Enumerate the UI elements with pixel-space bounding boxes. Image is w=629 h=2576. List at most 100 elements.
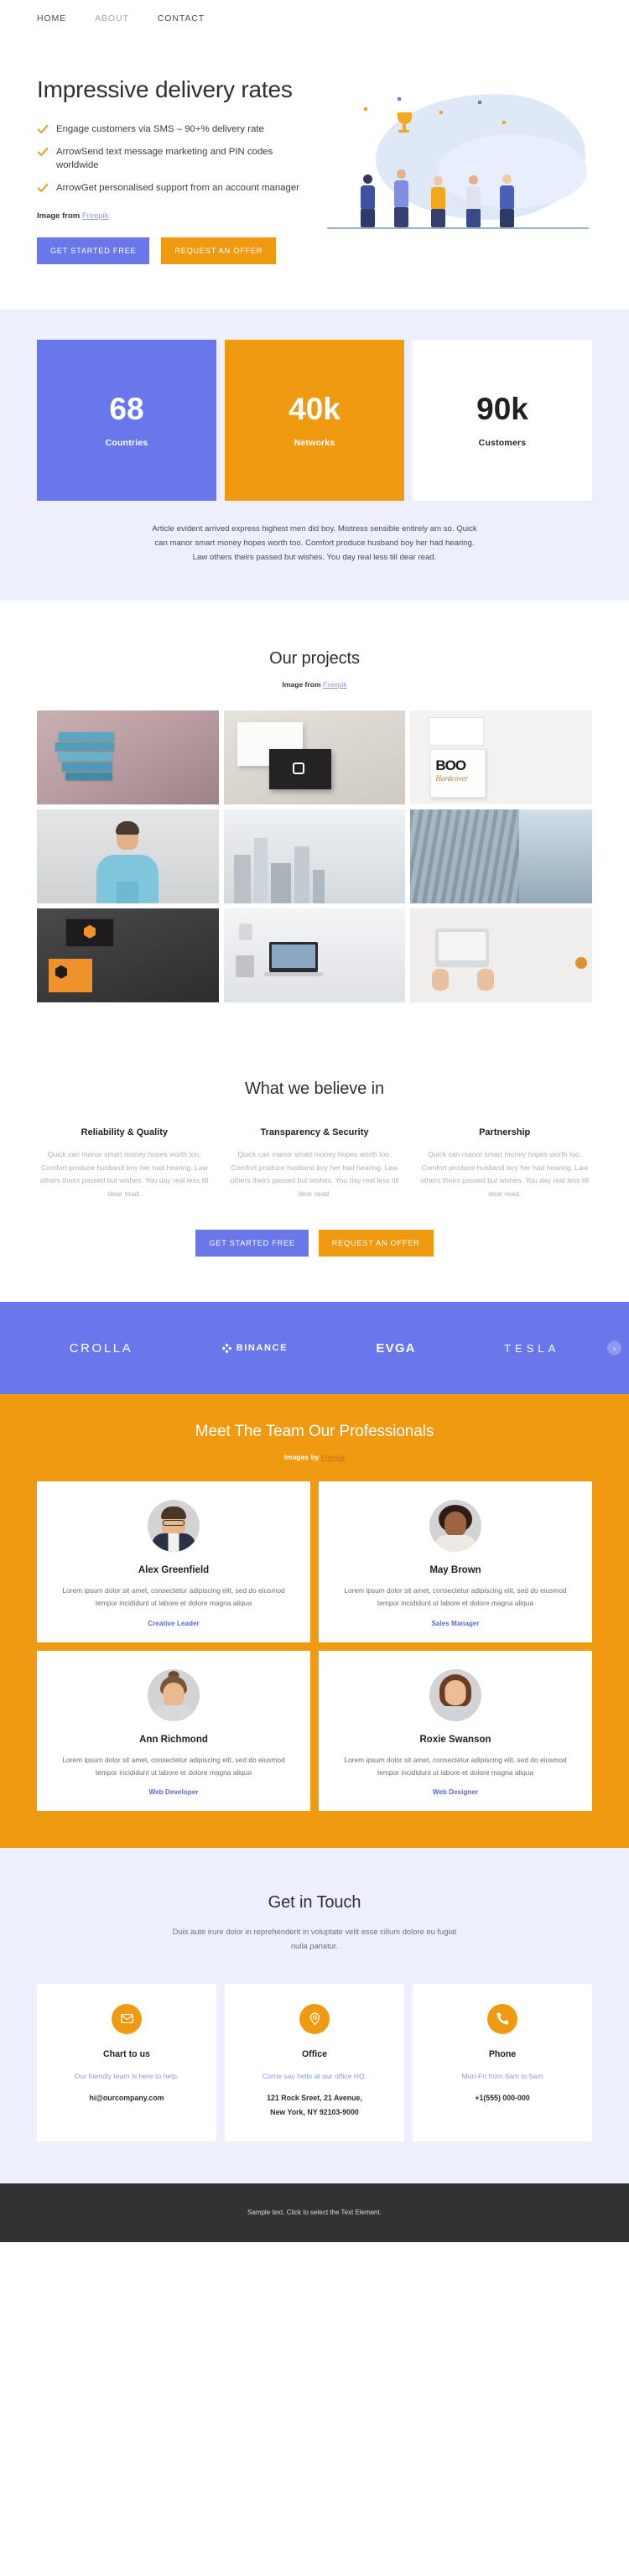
map-pin-icon — [299, 2003, 330, 2034]
project-tile-hands-typing[interactable] — [410, 908, 592, 1002]
team-member-role[interactable]: Creative Leader — [52, 1620, 295, 1627]
illustration-person — [431, 176, 445, 227]
stat-label: Countries — [105, 437, 148, 448]
team-grid: Alex Greenfield Lorem ipsum dolor sit am… — [37, 1481, 592, 1811]
team-member-name: May Brown — [429, 1565, 481, 1576]
landing-page: HOME ABOUT CONTACT Impressive delivery r… — [0, 0, 629, 2242]
contact-card-phone: Phone Mon-Fri from 8am to 5am +1(555) 00… — [413, 1983, 592, 2141]
credit-prefix: Image from — [282, 679, 324, 689]
team-member-card: Roxie Swanson Lorem ipsum dolor sit amet… — [319, 1650, 592, 1811]
stat-card-customers: 90k Customers — [413, 340, 592, 502]
contact-card-sub: Mon-Fri from 8am to 5am — [461, 2071, 543, 2080]
stat-label: Customers — [478, 437, 527, 448]
project-tile-business-card[interactable] — [223, 710, 406, 804]
footer-text: Sample text. Click to select the Text El… — [247, 2209, 382, 2217]
hero-image-credit: Image from Freepik — [37, 211, 300, 221]
credit-link[interactable]: Freepik — [323, 680, 347, 689]
logo-tesla: TESLA — [504, 1342, 559, 1355]
get-started-free-button[interactable]: GET STARTED FREE — [37, 237, 150, 265]
contact-card-value[interactable]: +1(555) 000-000 — [424, 2091, 580, 2105]
hero-content: Impressive delivery rates Engage custome… — [37, 75, 314, 265]
team-member-role[interactable]: Sales Manager — [334, 1620, 577, 1627]
team-member-role[interactable]: Web Designer — [334, 1788, 577, 1796]
avatar — [429, 1668, 481, 1721]
stats-row: 68 Countries 40k Networks 90k Customers — [37, 340, 592, 502]
get-started-free-button[interactable]: GET STARTED FREE — [195, 1230, 309, 1257]
credit-link[interactable]: Freepik — [321, 1453, 346, 1461]
credit-link[interactable]: Freepik — [82, 211, 109, 221]
confetti-dot — [364, 107, 367, 111]
team-member-name: Roxie Swanson — [419, 1734, 491, 1745]
contact-section: Get in Touch Duis aute irure dolor in re… — [0, 1847, 629, 2183]
main-navigation: HOME ABOUT CONTACT — [0, 0, 629, 37]
project-tile-glass-building[interactable] — [410, 809, 592, 903]
check-icon — [37, 147, 49, 156]
avatar — [429, 1500, 481, 1553]
project-tile-portrait-man[interactable] — [37, 809, 219, 903]
request-an-offer-button[interactable]: REQUEST AN OFFER — [318, 1230, 434, 1257]
team-member-name: Alex Greenfield — [138, 1565, 210, 1576]
team-member-bio: Lorem ipsum dolor sit amet, consectetur … — [344, 1755, 567, 1777]
hero-bullet-text: Engage customers via SMS – 90+% delivery… — [56, 123, 264, 134]
believe-column: Partnership Quick can manor smart money … — [417, 1127, 592, 1202]
credit-prefix: Image from — [37, 211, 82, 221]
hero-button-row: GET STARTED FREE REQUEST AN OFFER — [37, 237, 300, 265]
avatar — [148, 1500, 200, 1553]
believe-columns: Reliability & Quality Quick can manor sm… — [37, 1127, 592, 1202]
project-tile-dark-branding[interactable] — [37, 908, 219, 1002]
contact-card-heading: Chart to us — [103, 2048, 150, 2059]
team-member-bio: Lorem ipsum dolor sit amet, consectetur … — [62, 1586, 285, 1608]
page-footer: Sample text. Click to select the Text El… — [0, 2183, 629, 2242]
illustration-person — [500, 174, 514, 227]
contact-lead: Duis aute irure dolor in reprehenderit i… — [172, 1926, 457, 1951]
believe-column: Transparency & Security Quick can manor … — [227, 1127, 403, 1202]
nav-item-contact[interactable]: CONTACT — [158, 13, 205, 23]
team-member-card: Alex Greenfield Lorem ipsum dolor sit am… — [37, 1481, 310, 1642]
confetti-dot — [478, 101, 481, 104]
team-title: Meet The Team Our Professionals — [195, 1423, 434, 1441]
believe-body: Quick can manor smart money hopes worth … — [420, 1149, 589, 1199]
believe-body: Quick can manor smart money hopes worth … — [230, 1149, 399, 1199]
contact-card-value-line2: New York, NY 92103-9000 — [270, 2107, 359, 2116]
hero-bullet-text: ArrowSend text message marketing and PIN… — [56, 146, 273, 170]
contact-card-value[interactable]: hi@ourcompany.com — [49, 2091, 205, 2105]
check-icon — [37, 184, 49, 193]
hero-bullet-text: ArrowGet personalised support from an ac… — [56, 183, 299, 194]
avatar — [148, 1668, 200, 1721]
logo-binance: BINANCE — [221, 1343, 288, 1354]
contact-card-office: Office Come say hello at our office HQ. … — [225, 1983, 404, 2141]
nav-item-about[interactable]: ABOUT — [95, 13, 129, 23]
stat-label: Networks — [294, 437, 335, 448]
illustration-ground-line — [327, 227, 589, 229]
envelope-icon — [112, 2003, 142, 2034]
project-tile-city-skyline[interactable] — [223, 809, 406, 903]
carousel-next-arrow-icon[interactable]: › — [607, 1340, 621, 1356]
logo-crolla: CROLLA — [70, 1341, 133, 1356]
trophy-base — [398, 130, 409, 133]
contact-card-value: 121 Rock Sreet, 21 Avenue, — [267, 2093, 362, 2102]
confetti-dot — [502, 121, 506, 124]
believe-heading: Reliability & Quality — [81, 1127, 168, 1137]
request-an-offer-button[interactable]: REQUEST AN OFFER — [161, 237, 277, 265]
believe-section: What we believe in Reliability & Quality… — [0, 1043, 629, 1303]
team-member-name: Ann Richmond — [139, 1734, 208, 1745]
team-member-role[interactable]: Web Developer — [52, 1788, 295, 1796]
stats-description: Article evident arrived express highest … — [152, 524, 477, 562]
contact-card-heading: Phone — [488, 2048, 517, 2059]
stat-card-networks: 40k Networks — [225, 340, 404, 502]
project-tile-stacked-books[interactable] — [37, 710, 219, 804]
nav-item-home[interactable]: HOME — [37, 13, 66, 23]
phone-icon — [487, 2003, 517, 2034]
contact-card-heading: Office — [301, 2048, 328, 2059]
partner-logos-band: CROLLA BINANCE EVGA TESLA › — [0, 1302, 629, 1395]
check-icon — [37, 124, 49, 133]
team-member-bio: Lorem ipsum dolor sit amet, consectetur … — [344, 1586, 567, 1608]
team-member-card: May Brown Lorem ipsum dolor sit amet, co… — [319, 1481, 592, 1642]
stats-section: 68 Countries 40k Networks 90k Customers … — [0, 310, 629, 601]
project-tile-book-cover[interactable]: BOO Hardcover — [410, 710, 592, 804]
project-tile-desk-laptop[interactable] — [223, 908, 406, 1002]
believe-column: Reliability & Quality Quick can manor sm… — [37, 1127, 212, 1202]
logo-evga: EVGA — [376, 1341, 415, 1356]
binance-diamond-icon — [221, 1343, 232, 1354]
hero-bullet-item: ArrowSend text message marketing and PIN… — [37, 145, 300, 172]
